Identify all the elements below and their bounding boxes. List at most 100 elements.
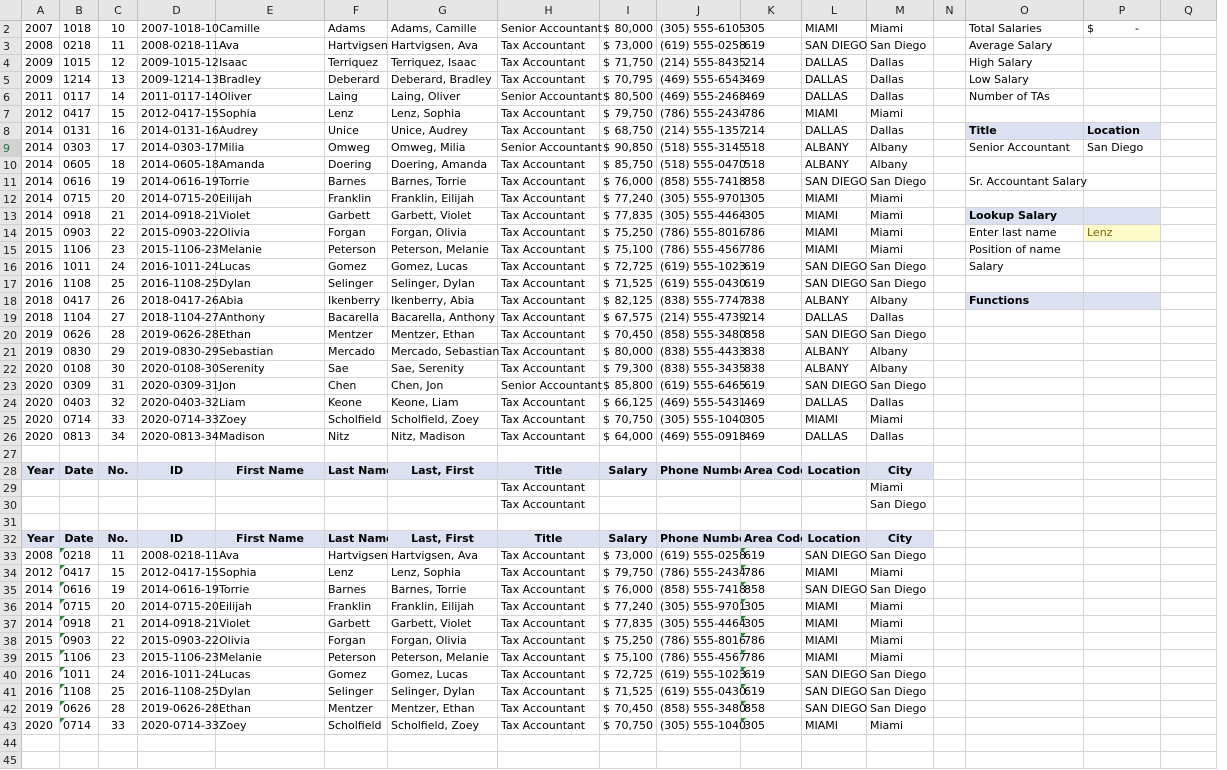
cell[interactable] — [216, 514, 325, 531]
cell-salary[interactable]: $79,750 — [600, 565, 657, 582]
cell-title[interactable]: Tax Accountant — [498, 412, 600, 429]
cell-no[interactable]: 24 — [99, 667, 138, 684]
cell-year[interactable]: 2020 — [22, 412, 60, 429]
criteria-title[interactable]: Tax Accountant — [498, 480, 600, 497]
cell[interactable] — [934, 582, 966, 599]
cell[interactable] — [1161, 497, 1217, 514]
cell[interactable] — [934, 718, 966, 735]
cell[interactable] — [1161, 633, 1217, 650]
cell-salary[interactable]: $70,750 — [600, 718, 657, 735]
cell-last[interactable]: Lenz — [325, 106, 388, 123]
cell-first[interactable]: Lucas — [216, 259, 325, 276]
cell[interactable] — [934, 327, 966, 344]
cell[interactable] — [1161, 361, 1217, 378]
column-header-c[interactable]: C — [99, 0, 138, 21]
cell-area[interactable]: 518 — [741, 140, 802, 157]
row-header[interactable]: 7 — [0, 106, 22, 123]
column-label-area[interactable]: Area Code — [741, 531, 802, 548]
cell-salary[interactable]: $75,250 — [600, 225, 657, 242]
cell[interactable] — [934, 55, 966, 72]
cell-id[interactable]: 2007-1018-10 — [138, 21, 216, 38]
cell-loc[interactable]: ALBANY — [802, 140, 867, 157]
cell-date[interactable]: 0303 — [60, 140, 99, 157]
cell-date[interactable]: 0903 — [60, 225, 99, 242]
row-header[interactable]: 36 — [0, 599, 22, 616]
cell[interactable] — [1084, 446, 1161, 463]
cell[interactable] — [1084, 752, 1161, 769]
cell-area[interactable]: 786 — [741, 565, 802, 582]
cell-first[interactable]: Dylan — [216, 684, 325, 701]
row-header[interactable]: 27 — [0, 446, 22, 463]
cell[interactable] — [966, 395, 1084, 412]
cell-city[interactable]: San Diego — [867, 378, 934, 395]
cell[interactable] — [934, 684, 966, 701]
cell[interactable] — [741, 735, 802, 752]
row-header[interactable]: 20 — [0, 327, 22, 344]
cell-lastfirst[interactable]: Scholfield, Zoey — [388, 412, 498, 429]
cell-area[interactable]: 786 — [741, 106, 802, 123]
cell-city[interactable]: Dallas — [867, 55, 934, 72]
cell[interactable] — [966, 327, 1084, 344]
cell-year[interactable]: 2015 — [22, 225, 60, 242]
cell-date[interactable]: 0715 — [60, 191, 99, 208]
cell[interactable] — [934, 344, 966, 361]
cell-first[interactable]: Zoey — [216, 412, 325, 429]
cell-no[interactable]: 15 — [99, 565, 138, 582]
row-header[interactable]: 29 — [0, 480, 22, 497]
cell[interactable] — [1084, 72, 1161, 89]
cell[interactable] — [22, 497, 60, 514]
cell[interactable] — [934, 38, 966, 55]
row-header[interactable]: 13 — [0, 208, 22, 225]
cell-id[interactable]: 2015-0903-22 — [138, 633, 216, 650]
cell[interactable] — [1161, 72, 1217, 89]
cell[interactable] — [99, 497, 138, 514]
cell-loc[interactable]: ALBANY — [802, 344, 867, 361]
cell-salary[interactable]: $80,000 — [600, 344, 657, 361]
cell-date[interactable]: 1106 — [60, 650, 99, 667]
cell-last[interactable]: Barnes — [325, 582, 388, 599]
cell-first[interactable]: Torrie — [216, 174, 325, 191]
cell[interactable] — [966, 378, 1084, 395]
cell-year[interactable]: 2016 — [22, 667, 60, 684]
cell-id[interactable]: 2019-0626-28 — [138, 327, 216, 344]
cell[interactable] — [934, 480, 966, 497]
cell[interactable] — [60, 480, 99, 497]
cell[interactable] — [1084, 616, 1161, 633]
cell-last[interactable]: Nitz — [325, 429, 388, 446]
cell[interactable] — [1084, 378, 1161, 395]
cell-last[interactable]: Franklin — [325, 191, 388, 208]
cell-title[interactable]: Tax Accountant — [498, 684, 600, 701]
cell[interactable] — [60, 752, 99, 769]
cell[interactable] — [498, 446, 600, 463]
cell[interactable] — [1161, 514, 1217, 531]
cell-no[interactable]: 28 — [99, 327, 138, 344]
column-label-lastfirst[interactable]: Last, First — [388, 531, 498, 548]
cell-last[interactable]: Mentzer — [325, 701, 388, 718]
cell[interactable] — [388, 497, 498, 514]
cell-title[interactable]: Tax Accountant — [498, 361, 600, 378]
cell-loc[interactable]: MIAMI — [802, 633, 867, 650]
cell-last[interactable]: Barnes — [325, 174, 388, 191]
cell-last[interactable]: Selinger — [325, 276, 388, 293]
cell[interactable] — [1084, 684, 1161, 701]
cell-area[interactable]: 469 — [741, 72, 802, 89]
cell-no[interactable]: 18 — [99, 157, 138, 174]
row-header[interactable]: 23 — [0, 378, 22, 395]
column-header-o[interactable]: O — [966, 0, 1084, 21]
cell-area[interactable]: 619 — [741, 276, 802, 293]
row-header[interactable]: 21 — [0, 344, 22, 361]
cell-city[interactable]: Miami — [867, 191, 934, 208]
cell[interactable] — [966, 412, 1084, 429]
cell-salary[interactable]: $73,000 — [600, 548, 657, 565]
cell-first[interactable]: Audrey — [216, 123, 325, 140]
cell-first[interactable]: Camille — [216, 21, 325, 38]
cell-id[interactable]: 2020-0813-34 — [138, 429, 216, 446]
row-header[interactable]: 44 — [0, 735, 22, 752]
cell[interactable] — [657, 497, 741, 514]
cell-date[interactable]: 0715 — [60, 599, 99, 616]
cell-year[interactable]: 2009 — [22, 55, 60, 72]
cell-last[interactable]: Laing — [325, 89, 388, 106]
cell-id[interactable]: 2014-0715-20 — [138, 191, 216, 208]
cell-lastfirst[interactable]: Garbett, Violet — [388, 616, 498, 633]
cell-city[interactable]: Albany — [867, 293, 934, 310]
